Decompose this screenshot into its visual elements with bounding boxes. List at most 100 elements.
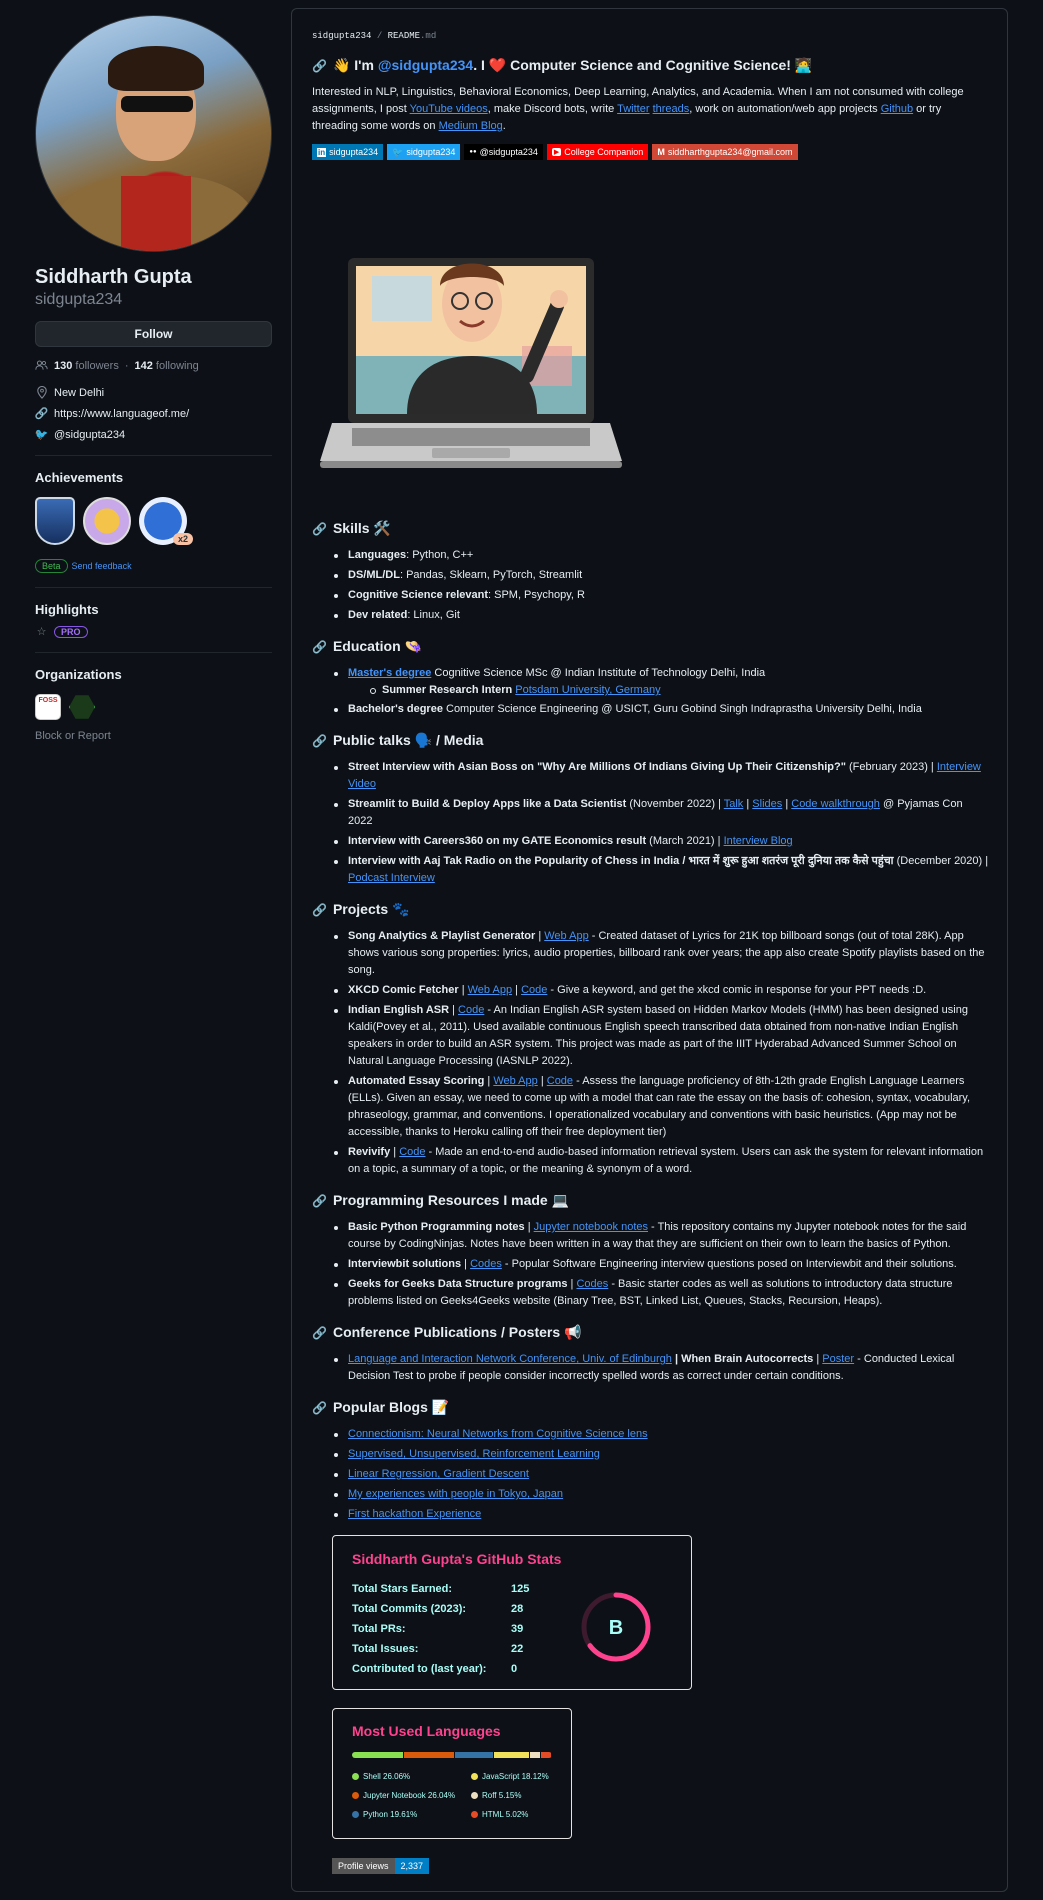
stats-value: 125 (511, 1583, 530, 1595)
achievement-badge-arctic[interactable] (35, 497, 75, 545)
twitter-link-inline[interactable]: Twitter (617, 103, 649, 115)
achievement-badge-quickdraw[interactable] (83, 497, 131, 545)
code-link[interactable]: Code (547, 1075, 573, 1087)
slides-link[interactable]: Slides (752, 798, 782, 810)
blog-link[interactable]: Supervised, Unsupervised, Reinforcement … (348, 1448, 600, 1460)
achievement-badge-pull-shark[interactable]: x2 (139, 497, 193, 545)
code-link[interactable]: Code (521, 984, 547, 996)
github-stats-card[interactable]: Siddharth Gupta's GitHub Stats Total Sta… (332, 1535, 692, 1690)
list-item: Linear Regression, Gradient Descent (332, 1466, 989, 1483)
stats-title: Siddharth Gupta's GitHub Stats (352, 1551, 562, 1567)
talk-link[interactable]: Talk (724, 798, 744, 810)
interview-blog-link[interactable]: Interview Blog (724, 835, 793, 847)
handle-link[interactable]: @sidgupta234 (378, 57, 473, 73)
blog-link[interactable]: Connectionism: Neural Networks from Cogn… (348, 1428, 648, 1440)
people-icon (35, 359, 48, 372)
twitter-link[interactable]: @sidgupta234 (54, 429, 125, 441)
anchor-link-icon[interactable]: 🔗 (312, 59, 327, 73)
legend-item: Jupyter Notebook 26.04% (352, 1791, 455, 1800)
list-item: Language and Interaction Network Confere… (332, 1351, 989, 1385)
anchor-link-icon[interactable]: 🔗 (312, 734, 327, 748)
github-link[interactable]: Github (881, 103, 913, 115)
send-feedback-link[interactable]: Send feedback (72, 561, 132, 571)
pro-badge: PRO (54, 625, 88, 638)
anchor-link-icon[interactable]: 🔗 (312, 640, 327, 654)
codes-link[interactable]: Codes (576, 1278, 608, 1290)
website-link[interactable]: https://www.languageof.me/ (54, 408, 189, 420)
list-item: Languages: Python, C++ (332, 547, 989, 564)
legend-item: Python 19.61% (352, 1810, 417, 1819)
followers-link[interactable]: 130 followers (54, 360, 119, 372)
linkedin-shield[interactable]: in sidgupta234 (312, 144, 384, 160)
list-item: Song Analytics & Playlist Generator | We… (332, 928, 989, 979)
readme-breadcrumb: sidgupta234 / README.md (312, 31, 437, 41)
twitter-row[interactable]: 🐦 @sidgupta234 (35, 428, 272, 442)
org-avatar-foss[interactable]: FOSS (35, 694, 61, 720)
stats-value: 22 (511, 1643, 524, 1655)
follow-stats: 130 followers · 142 following (35, 359, 272, 372)
readme-heading: 🔗 👋 I'm @sidgupta234. I ❤️ Computer Scien… (312, 57, 813, 73)
stats-label: Total Issues: (352, 1643, 419, 1655)
anchor-link-icon[interactable]: 🔗 (312, 1194, 327, 1208)
legend-item: JavaScript 18.12% (471, 1772, 549, 1781)
language-segment-shell (352, 1752, 403, 1758)
masters-link[interactable]: Master's degree (348, 667, 431, 679)
blog-link[interactable]: First hackathon Experience (348, 1508, 481, 1520)
language-segment-roff (530, 1752, 541, 1758)
avatar[interactable] (35, 15, 272, 252)
profile-sidebar: Siddharth Gupta sidgupta234 Follow 130 f… (35, 15, 272, 742)
gmail-shield[interactable]: Msiddharthgupta234@gmail.com (652, 144, 798, 160)
social-shields: in sidgupta234 🐦 sidgupta234 ●● @sidgupta23… (312, 144, 989, 160)
location-icon (35, 386, 48, 399)
web-app-link[interactable]: Web App (493, 1075, 537, 1087)
list-item: DS/ML/DL: Pandas, Sklearn, PyTorch, Stre… (332, 567, 989, 584)
stats-label: Total Commits (2023): (352, 1603, 467, 1615)
list-item: Revivify | Code - Made an end-to-end aud… (332, 1144, 989, 1178)
profile-login: sidgupta234 (35, 291, 123, 308)
profile-views-row: Profile views 2,337 (332, 1839, 989, 1874)
youtube-link[interactable]: YouTube videos (410, 103, 488, 115)
follow-button[interactable]: Follow (35, 321, 272, 347)
blog-link[interactable]: Linear Regression, Gradient Descent (348, 1468, 529, 1480)
list-item: Dev related: Linux, Git (332, 607, 989, 624)
medium-shield[interactable]: ●● @sidgupta234 (464, 144, 543, 160)
medium-link[interactable]: Medium Blog (439, 120, 503, 132)
block-report-link[interactable]: Block or Report (35, 730, 272, 742)
anchor-link-icon[interactable]: 🔗 (312, 522, 327, 536)
code-walkthrough-link[interactable]: Code walkthrough (791, 798, 880, 810)
jupyter-notes-link[interactable]: Jupyter notebook notes (534, 1221, 648, 1233)
list-item: Geeks for Geeks Data Structure programs … (332, 1276, 989, 1310)
podcast-link[interactable]: Podcast Interview (348, 872, 435, 884)
medium-icon: ●● (469, 149, 477, 155)
web-app-link[interactable]: Web App (544, 930, 588, 942)
list-item: Street Interview with Asian Boss on "Why… (332, 759, 989, 793)
anchor-link-icon[interactable]: 🔗 (312, 903, 327, 917)
projects-list: Song Analytics & Playlist Generator | We… (312, 928, 989, 1178)
potsdam-link[interactable]: Potsdam University, Germany (515, 684, 660, 696)
legend-item: Roff 5.15% (471, 1791, 521, 1800)
blog-link[interactable]: My experiences with people in Tokyo, Jap… (348, 1488, 563, 1500)
code-link[interactable]: Code (399, 1146, 425, 1158)
top-languages-card[interactable]: Most Used Languages Shell 26.06% Jupyter… (332, 1708, 572, 1839)
following-link[interactable]: 142 following (135, 360, 199, 372)
list-item: Supervised, Unsupervised, Reinforcement … (332, 1446, 989, 1463)
website-row[interactable]: 🔗 https://www.languageof.me/ (35, 407, 272, 421)
profile-views-badge: Profile views 2,337 (332, 1858, 430, 1874)
poster-link[interactable]: Poster (822, 1353, 854, 1365)
language-segment-jupyter-notebook (403, 1752, 455, 1758)
threads-link[interactable]: threads (653, 103, 690, 115)
youtube-shield[interactable]: ▶ College Companion (546, 144, 649, 160)
anchor-link-icon[interactable]: 🔗 (312, 1326, 327, 1340)
achievements-title[interactable]: Achievements (35, 470, 272, 485)
conference-link[interactable]: Language and Interaction Network Confere… (348, 1353, 672, 1365)
list-item: Summer Research Intern Potsdam Universit… (370, 682, 989, 698)
org-avatar-hex[interactable] (69, 695, 95, 719)
resources-heading: 🔗 Programming Resources I made 💻 (312, 1192, 570, 1208)
twitter-shield[interactable]: 🐦 sidgupta234 (387, 144, 461, 160)
codes-link[interactable]: Codes (470, 1258, 502, 1270)
code-link[interactable]: Code (458, 1004, 484, 1016)
anchor-link-icon[interactable]: 🔗 (312, 1401, 327, 1415)
education-list: Master's degree Cognitive Science MSc @ … (312, 665, 989, 718)
organizations-title: Organizations (35, 667, 122, 682)
web-app-link[interactable]: Web App (468, 984, 512, 996)
